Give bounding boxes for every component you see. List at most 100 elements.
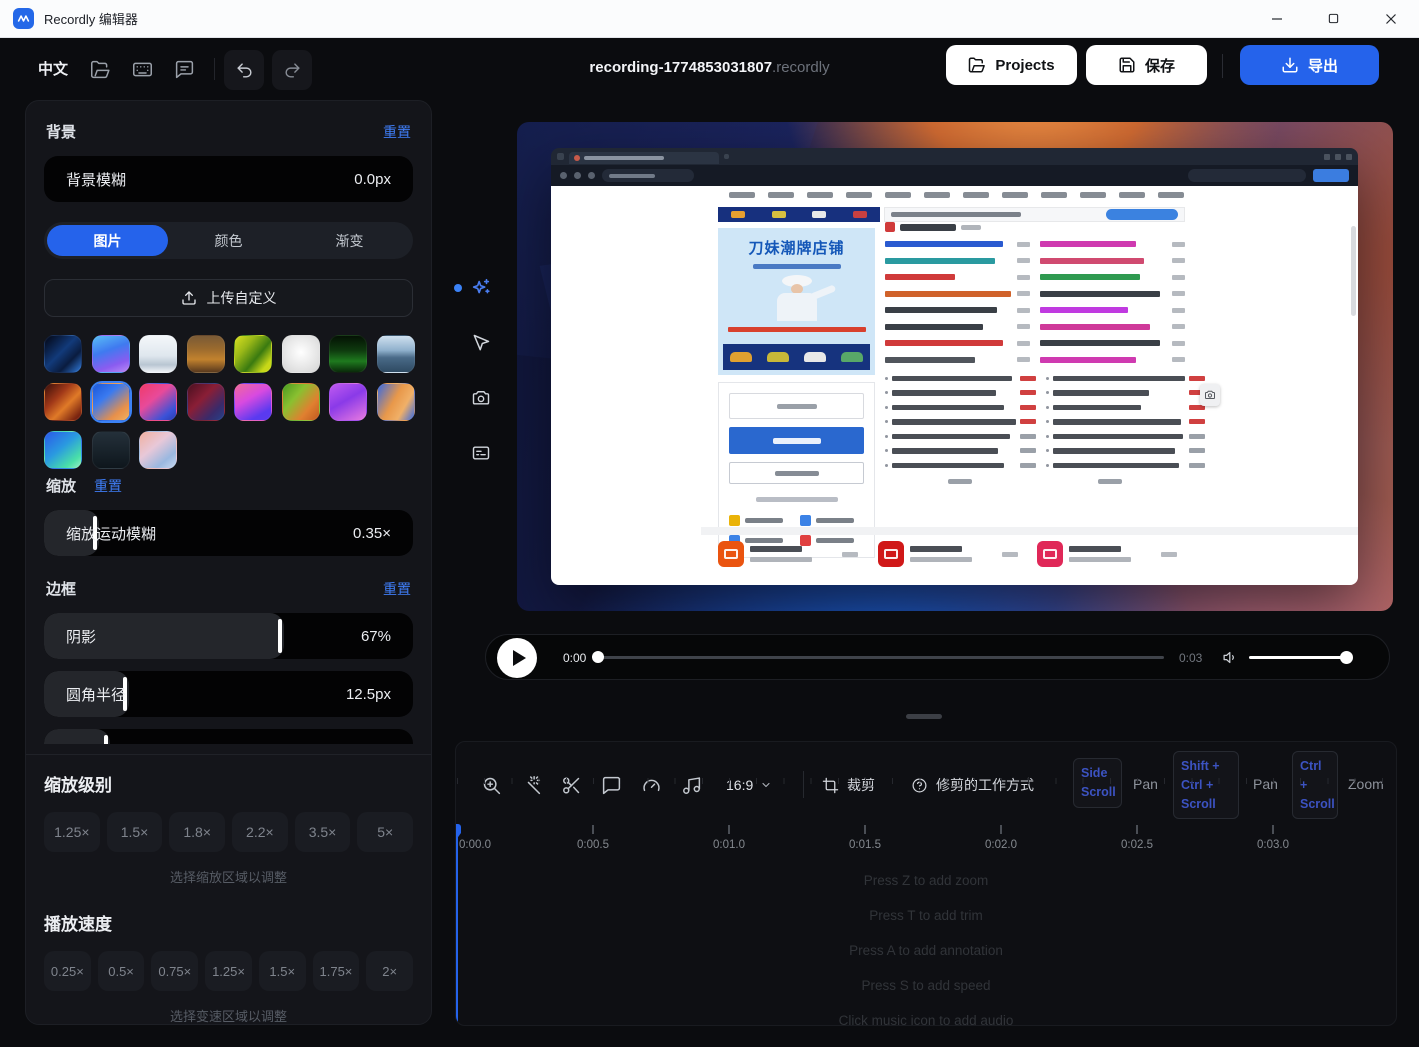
wallpaper-thumbnail[interactable] — [44, 383, 82, 421]
partial-handle[interactable] — [104, 735, 108, 744]
corner-radius-slider[interactable]: 圆角半径 12.5px — [44, 671, 413, 717]
ad-tag — [1172, 275, 1185, 280]
magic-wand-icon[interactable] — [518, 772, 544, 798]
cursor-tool-icon[interactable] — [464, 326, 498, 360]
wallpaper-thumbnail[interactable] — [139, 383, 177, 421]
playback-speed-hint: 选择变速区域以调整 — [44, 1006, 413, 1025]
article-date — [1020, 463, 1036, 468]
background-tab[interactable]: 渐变 — [289, 225, 410, 256]
playhead[interactable] — [456, 825, 458, 1025]
background-blur-slider[interactable]: 背景模糊 0.0px — [44, 156, 413, 202]
shadow-handle[interactable] — [278, 619, 282, 653]
aspect-ratio-dropdown[interactable]: 16:9 — [726, 772, 772, 798]
wallpaper-thumbnail[interactable] — [92, 431, 130, 469]
music-icon[interactable] — [678, 772, 704, 798]
wallpaper-thumbnail[interactable] — [139, 335, 177, 373]
speed-option[interactable]: 0.75× — [151, 951, 198, 991]
maximize-button[interactable] — [1305, 0, 1362, 37]
save-button[interactable]: 保存 — [1086, 45, 1207, 85]
speed-option[interactable]: 1.5× — [259, 951, 306, 991]
speed-gauge-icon[interactable] — [638, 772, 664, 798]
minimize-button[interactable] — [1248, 0, 1305, 37]
projects-button[interactable]: Projects — [946, 45, 1077, 85]
wallpaper-thumbnail[interactable] — [234, 383, 272, 421]
scissors-icon[interactable] — [558, 772, 584, 798]
feedback-chat-icon[interactable] — [171, 56, 197, 82]
decor — [970, 58, 983, 70]
wallpaper-thumbnail[interactable] — [282, 383, 320, 421]
partial-slider[interactable] — [44, 729, 413, 744]
speed-option[interactable]: 1.75× — [313, 951, 360, 991]
speed-option[interactable]: 0.5× — [98, 951, 145, 991]
export-button[interactable]: 导出 — [1240, 45, 1379, 85]
caption-tool-icon[interactable] — [464, 436, 498, 470]
site-banner-right — [884, 207, 1185, 222]
wallpaper-thumbnail[interactable] — [329, 383, 367, 421]
page-scrollbar[interactable] — [1351, 226, 1356, 316]
seek-bar[interactable] — [594, 656, 1164, 659]
background-reset-link[interactable]: 重置 — [383, 122, 411, 142]
hot-link-row — [885, 357, 1030, 363]
wallpaper-thumbnail[interactable] — [329, 335, 367, 373]
wallpaper-thumbnail[interactable] — [187, 383, 225, 421]
wallpaper-thumbnail[interactable] — [377, 335, 415, 373]
upload-custom-button[interactable]: 上传自定义 — [44, 279, 413, 317]
camera-tool-icon[interactable] — [464, 381, 498, 415]
background-tab[interactable]: 图片 — [47, 225, 168, 256]
article-title-bar — [1053, 376, 1185, 382]
close-button[interactable] — [1362, 0, 1419, 37]
wallpaper-thumbnail[interactable] — [92, 335, 130, 373]
language-switcher[interactable]: 中文 — [38, 58, 68, 79]
background-tab[interactable]: 颜色 — [168, 225, 289, 256]
timeline-ruler[interactable]: 0:00.0 0:00.5 0:01.0 0:01.5 — [456, 825, 1396, 867]
zoom-level-option[interactable]: 3.5× — [295, 812, 351, 852]
volume-icon[interactable] — [1222, 649, 1239, 666]
motion-blur-slider[interactable]: 缩放运动模糊 0.35× — [44, 510, 413, 556]
trim-help-button[interactable]: 修剪的工作方式 — [911, 772, 1034, 798]
zoom-level-option[interactable]: 5× — [357, 812, 413, 852]
crop-button[interactable]: 裁剪 — [822, 772, 875, 798]
wallpaper-thumbnail[interactable] — [282, 335, 320, 373]
zoom-level-option[interactable]: 2.2× — [232, 812, 288, 852]
panel-drag-handle[interactable] — [906, 714, 942, 719]
app-promo-card — [878, 541, 1026, 567]
open-folder-icon[interactable] — [87, 56, 113, 82]
shadow-slider[interactable]: 阴影 67% — [44, 613, 413, 659]
wallpaper-thumbnail[interactable] — [44, 335, 82, 373]
zoom-level-option[interactable]: 1.5× — [107, 812, 163, 852]
play-button[interactable] — [497, 638, 537, 678]
wallpaper-thumbnail[interactable] — [187, 335, 225, 373]
hot-link-row — [1040, 291, 1185, 297]
playback-bar: 0:00 0:03 — [485, 634, 1390, 680]
speed-option[interactable]: 1.25× — [205, 951, 252, 991]
seek-handle[interactable] — [592, 651, 604, 663]
decor — [1329, 14, 1337, 22]
wallpaper-thumbnail[interactable] — [44, 431, 82, 469]
wallpaper-thumbnail[interactable] — [234, 335, 272, 373]
ruler-label: 0:03.0 — [1257, 839, 1289, 851]
speed-option[interactable]: 0.25× — [44, 951, 91, 991]
wallpaper-thumbnail[interactable] — [92, 383, 130, 421]
volume-handle[interactable] — [1340, 651, 1353, 664]
volume-slider[interactable] — [1249, 656, 1346, 659]
timeline-zoom-icon[interactable] — [478, 772, 504, 798]
ai-effects-icon[interactable] — [464, 271, 498, 305]
wallpaper-thumbnail[interactable] — [377, 383, 415, 421]
decor — [777, 404, 817, 409]
hot-link-bar — [1040, 258, 1144, 264]
article-row — [885, 405, 1036, 411]
playhead-marker[interactable] — [455, 824, 462, 839]
wallpaper-thumbnail[interactable] — [139, 431, 177, 469]
decor-ldot — [885, 449, 888, 452]
speed-option[interactable]: 2× — [366, 951, 413, 991]
undo-button[interactable] — [224, 50, 264, 90]
annotation-icon[interactable] — [598, 772, 624, 798]
zoom-reset-link[interactable]: 重置 — [94, 476, 122, 496]
decor — [804, 352, 826, 362]
redo-button[interactable] — [272, 50, 312, 90]
keyboard-icon[interactable] — [129, 56, 155, 82]
zoom-level-option[interactable]: 1.25× — [44, 812, 100, 852]
zoom-level-option[interactable]: 1.8× — [169, 812, 225, 852]
border-reset-link[interactable]: 重置 — [383, 579, 411, 599]
video-preview-canvas[interactable]: 刀妹潮牌店铺 — [517, 122, 1393, 611]
